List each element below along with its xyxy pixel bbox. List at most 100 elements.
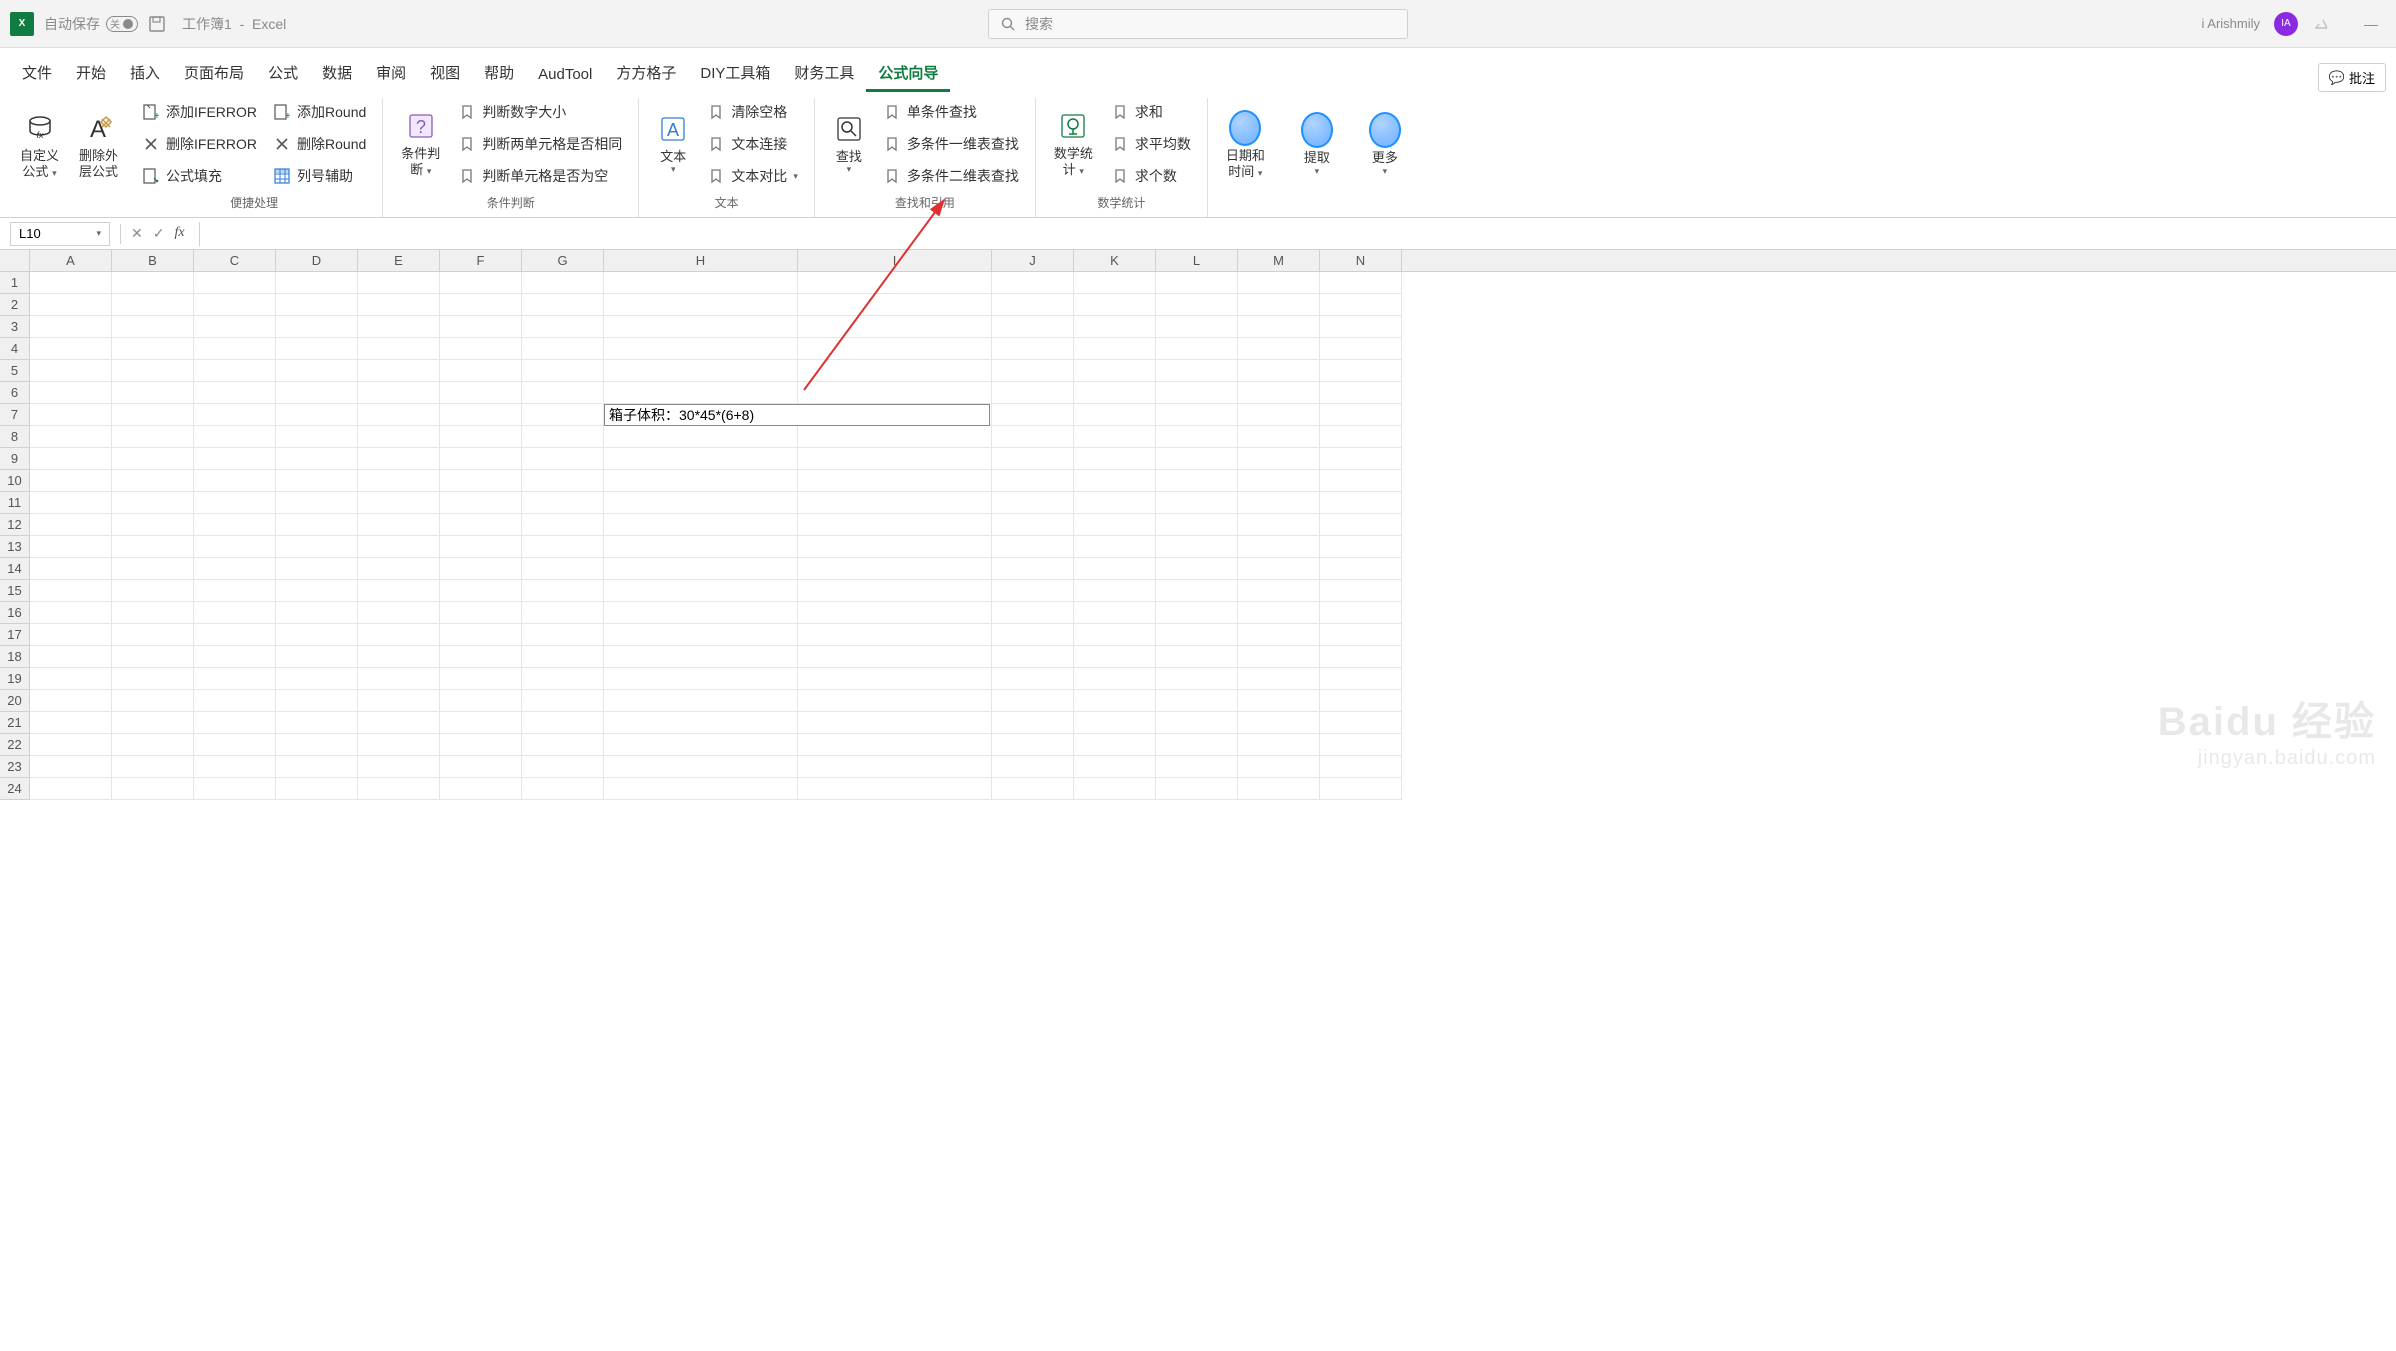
cell[interactable] [522,360,604,382]
cell[interactable] [30,734,112,756]
cell[interactable] [992,646,1074,668]
cell[interactable] [194,514,276,536]
cell[interactable] [1156,404,1238,426]
cell[interactable] [1156,558,1238,580]
cell[interactable] [112,470,194,492]
cell[interactable] [1156,690,1238,712]
cell[interactable] [194,470,276,492]
cell[interactable] [112,778,194,800]
cell[interactable] [112,360,194,382]
cell[interactable] [276,382,358,404]
cell[interactable] [30,492,112,514]
cell[interactable] [30,448,112,470]
row-header[interactable]: 22 [0,734,29,756]
text-compare-button[interactable]: 文本对比 ▾ [703,162,802,190]
cell[interactable] [522,514,604,536]
cell[interactable] [1238,470,1320,492]
tab-view[interactable]: 视图 [418,54,472,92]
cell[interactable] [276,536,358,558]
cell[interactable] [798,646,992,668]
cell[interactable] [798,514,992,536]
row-header[interactable]: 7 [0,404,29,426]
cell[interactable] [992,272,1074,294]
cell[interactable] [358,448,440,470]
cell[interactable] [1320,690,1402,712]
cell[interactable] [358,668,440,690]
cell[interactable] [522,734,604,756]
judge-cell-empty-button[interactable]: 判断单元格是否为空 [454,162,626,190]
cell[interactable] [112,382,194,404]
cell[interactable] [604,338,798,360]
cell[interactable] [276,426,358,448]
cell[interactable] [522,668,604,690]
column-header[interactable]: A [30,250,112,271]
cell[interactable] [276,734,358,756]
cell[interactable] [276,272,358,294]
cell[interactable] [1320,426,1402,448]
cell[interactable] [1156,470,1238,492]
cell[interactable] [1238,316,1320,338]
cell[interactable] [440,316,522,338]
cell[interactable] [992,756,1074,778]
cell[interactable] [30,470,112,492]
cell[interactable] [440,668,522,690]
cell[interactable] [992,778,1074,800]
cell[interactable] [1074,602,1156,624]
tab-data[interactable]: 数据 [310,54,364,92]
cell[interactable] [1074,536,1156,558]
cell[interactable] [522,558,604,580]
cell[interactable] [276,690,358,712]
cell[interactable] [276,624,358,646]
cell[interactable] [1156,756,1238,778]
cell[interactable] [522,690,604,712]
cell[interactable] [276,668,358,690]
cell[interactable] [112,602,194,624]
tab-page-layout[interactable]: 页面布局 [172,54,256,92]
cell[interactable] [112,426,194,448]
cell[interactable] [440,734,522,756]
cell[interactable] [194,316,276,338]
insert-function-icon[interactable]: fx [174,225,184,242]
row-header[interactable]: 16 [0,602,29,624]
cell[interactable] [1320,778,1402,800]
cell[interactable] [1074,734,1156,756]
cell[interactable] [358,382,440,404]
cell[interactable] [194,624,276,646]
tab-formulas[interactable]: 公式 [256,54,310,92]
remove-iferror-button[interactable]: 删除IFERROR [138,130,261,158]
cell[interactable] [1238,778,1320,800]
cell[interactable] [1074,492,1156,514]
judge-number-size-button[interactable]: 判断数字大小 [454,98,626,126]
cell[interactable] [1156,734,1238,756]
cell[interactable] [276,492,358,514]
column-header[interactable]: M [1238,250,1320,271]
cell[interactable] [1074,756,1156,778]
cell[interactable] [440,756,522,778]
tab-home[interactable]: 开始 [64,54,118,92]
cell[interactable] [1074,668,1156,690]
cell[interactable] [1156,646,1238,668]
extract-button[interactable]: 提取▾ [1295,98,1339,193]
cell[interactable] [194,360,276,382]
cell[interactable] [604,778,798,800]
tab-fangfang[interactable]: 方方格子 [604,54,688,92]
cell[interactable] [112,536,194,558]
autosave-toggle[interactable]: 关 [106,16,138,32]
cell[interactable] [358,778,440,800]
cell[interactable] [522,624,604,646]
cell[interactable] [992,470,1074,492]
cell[interactable] [1074,470,1156,492]
cell[interactable] [522,492,604,514]
cell[interactable] [440,470,522,492]
cell[interactable] [798,756,992,778]
row-header[interactable]: 23 [0,756,29,778]
cell[interactable] [798,536,992,558]
more-button[interactable]: 更多▾ [1363,98,1407,193]
cell[interactable] [112,492,194,514]
multi-cond-1d-lookup-button[interactable]: 多条件一维表查找 [879,130,1023,158]
cell[interactable] [194,690,276,712]
tab-insert[interactable]: 插入 [118,54,172,92]
tab-audtool[interactable]: AudTool [526,58,604,92]
cell[interactable] [1074,448,1156,470]
cell[interactable] [1238,624,1320,646]
